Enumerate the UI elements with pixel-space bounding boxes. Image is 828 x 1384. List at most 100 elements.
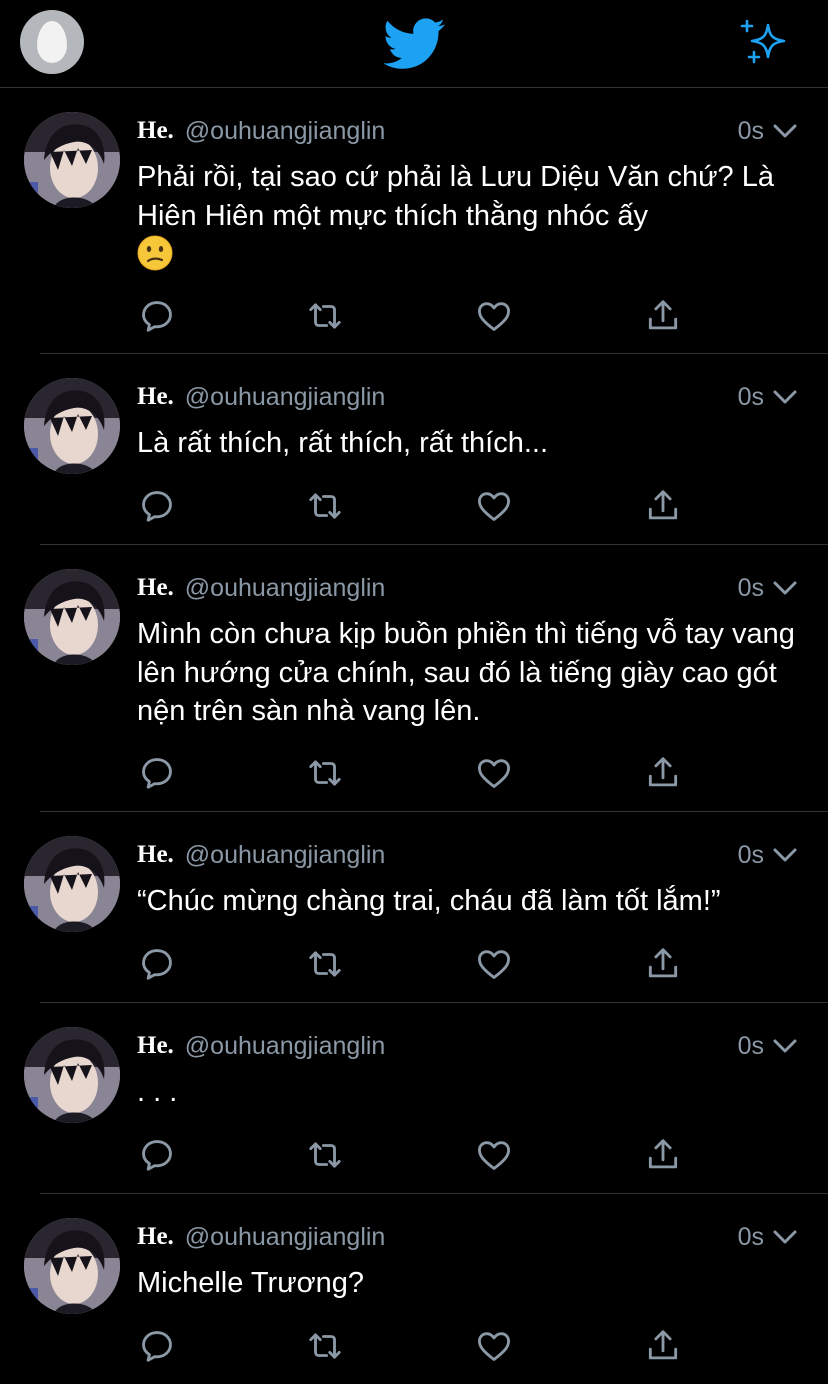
like-button[interactable] — [474, 296, 514, 336]
reply-icon — [142, 1140, 172, 1171]
chevron-down-icon[interactable] — [772, 386, 798, 408]
avatar-photo — [24, 378, 120, 474]
tweet-text: Mình còn chưa kịp buồn phiền thì tiếng v… — [137, 618, 803, 727]
tweet-text: . . . — [137, 1076, 178, 1108]
like-button[interactable] — [474, 1135, 514, 1175]
tweet[interactable]: He. @ouhuangjianglin 0s Mình còn chưa kị… — [0, 545, 828, 812]
display-name[interactable]: He. — [137, 574, 174, 602]
sparkle-icon[interactable] — [738, 18, 790, 66]
timestamp[interactable]: 0s — [738, 116, 764, 146]
share-icon — [648, 1139, 678, 1169]
tweet-header: He. @ouhuangjianglin 0s — [137, 1031, 798, 1061]
retweet-icon — [309, 303, 341, 329]
tweet-actions — [137, 296, 828, 336]
tweet[interactable]: He. @ouhuangjianglin 0s Michelle Trương? — [0, 1194, 828, 1384]
heart-icon — [478, 1141, 510, 1170]
chevron-down-icon[interactable] — [772, 1226, 798, 1248]
tweet-header: He. @ouhuangjianglin 0s — [137, 382, 798, 412]
avatar[interactable] — [24, 836, 120, 932]
reply-button[interactable] — [137, 296, 177, 336]
avatar[interactable] — [24, 378, 120, 474]
share-button[interactable] — [643, 944, 683, 984]
tweet[interactable]: He. @ouhuangjianglin 0s Phải rồi, tại sa… — [0, 88, 828, 354]
retweet-button[interactable] — [305, 1135, 345, 1175]
tweet-header: He. @ouhuangjianglin 0s — [137, 840, 798, 870]
username-handle[interactable]: @ouhuangjianglin — [185, 1032, 386, 1061]
top-navigation-bar — [0, 0, 828, 88]
confused-face-emoji — [137, 235, 173, 271]
timestamp[interactable]: 0s — [738, 382, 764, 412]
reply-button[interactable] — [137, 486, 177, 526]
display-name[interactable]: He. — [137, 383, 174, 411]
share-button[interactable] — [643, 296, 683, 336]
tweet[interactable]: He. @ouhuangjianglin 0s Là rất thích, rấ… — [0, 354, 828, 545]
username-handle[interactable]: @ouhuangjianglin — [185, 841, 386, 870]
chevron-down-icon[interactable] — [772, 120, 798, 142]
reply-button[interactable] — [137, 944, 177, 984]
chevron-down-icon[interactable] — [772, 844, 798, 866]
tweet-header: He. @ouhuangjianglin 0s — [137, 573, 798, 603]
timestamp[interactable]: 0s — [738, 840, 764, 870]
timestamp[interactable]: 0s — [738, 1222, 764, 1252]
chevron-down-icon[interactable] — [772, 577, 798, 599]
username-handle[interactable]: @ouhuangjianglin — [185, 1223, 386, 1252]
timestamp[interactable]: 0s — [738, 1031, 764, 1061]
avatar[interactable] — [24, 569, 120, 665]
reply-icon — [142, 949, 172, 980]
username-handle[interactable]: @ouhuangjianglin — [185, 574, 386, 603]
retweet-button[interactable] — [305, 753, 345, 793]
retweet-button[interactable] — [305, 944, 345, 984]
like-button[interactable] — [474, 486, 514, 526]
share-button[interactable] — [643, 1326, 683, 1366]
avatar-photo — [24, 569, 120, 665]
share-icon — [648, 1330, 678, 1360]
display-name[interactable]: He. — [137, 117, 174, 145]
timestamp[interactable]: 0s — [738, 573, 764, 603]
tweet[interactable]: He. @ouhuangjianglin 0s . . . — [0, 1003, 828, 1194]
like-button[interactable] — [474, 753, 514, 793]
reply-icon — [142, 491, 172, 522]
avatar[interactable] — [24, 1027, 120, 1123]
share-button[interactable] — [643, 1135, 683, 1175]
reply-button[interactable] — [137, 753, 177, 793]
like-button[interactable] — [474, 944, 514, 984]
reply-icon — [142, 301, 172, 332]
like-button[interactable] — [474, 1326, 514, 1366]
share-button[interactable] — [643, 753, 683, 793]
retweet-button[interactable] — [305, 486, 345, 526]
tweet-text: Phải rồi, tại sao cứ phải là Lưu Diệu Vă… — [137, 158, 802, 275]
share-button[interactable] — [643, 486, 683, 526]
share-icon — [648, 300, 678, 330]
chevron-down-icon[interactable] — [772, 1035, 798, 1057]
tweet[interactable]: He. @ouhuangjianglin 0s “Chúc mừng chàng… — [0, 812, 828, 1003]
tweet-actions — [137, 486, 828, 526]
avatar[interactable] — [24, 112, 120, 208]
display-name[interactable]: He. — [137, 841, 174, 869]
username-handle[interactable]: @ouhuangjianglin — [185, 117, 386, 146]
display-name[interactable]: He. — [137, 1223, 174, 1251]
profile-button[interactable] — [20, 10, 84, 74]
tweet-text: Là rất thích, rất thích, rất thích... — [137, 427, 549, 459]
retweet-icon — [309, 951, 341, 977]
share-icon — [648, 490, 678, 520]
username-handle[interactable]: @ouhuangjianglin — [185, 383, 386, 412]
heart-icon — [478, 950, 510, 979]
timeline-feed: He. @ouhuangjianglin 0s Phải rồi, tại sa… — [0, 88, 828, 1384]
heart-icon — [478, 302, 510, 331]
tweet-actions — [137, 1135, 828, 1175]
twitter-bird-icon[interactable] — [384, 18, 446, 70]
tweet-actions — [137, 944, 828, 984]
share-icon — [648, 948, 678, 978]
avatar-photo — [24, 112, 120, 208]
retweet-button[interactable] — [305, 296, 345, 336]
profile-egg-icon — [37, 21, 67, 63]
reply-button[interactable] — [137, 1326, 177, 1366]
reply-button[interactable] — [137, 1135, 177, 1175]
retweet-button[interactable] — [305, 1326, 345, 1366]
tweet-text-content: Phải rồi, tại sao cứ phải là Lưu Diệu Vă… — [137, 161, 783, 232]
display-name[interactable]: He. — [137, 1032, 174, 1060]
avatar[interactable] — [24, 1218, 120, 1314]
retweet-icon — [309, 1142, 341, 1168]
avatar-photo — [24, 836, 120, 932]
heart-icon — [478, 759, 510, 788]
